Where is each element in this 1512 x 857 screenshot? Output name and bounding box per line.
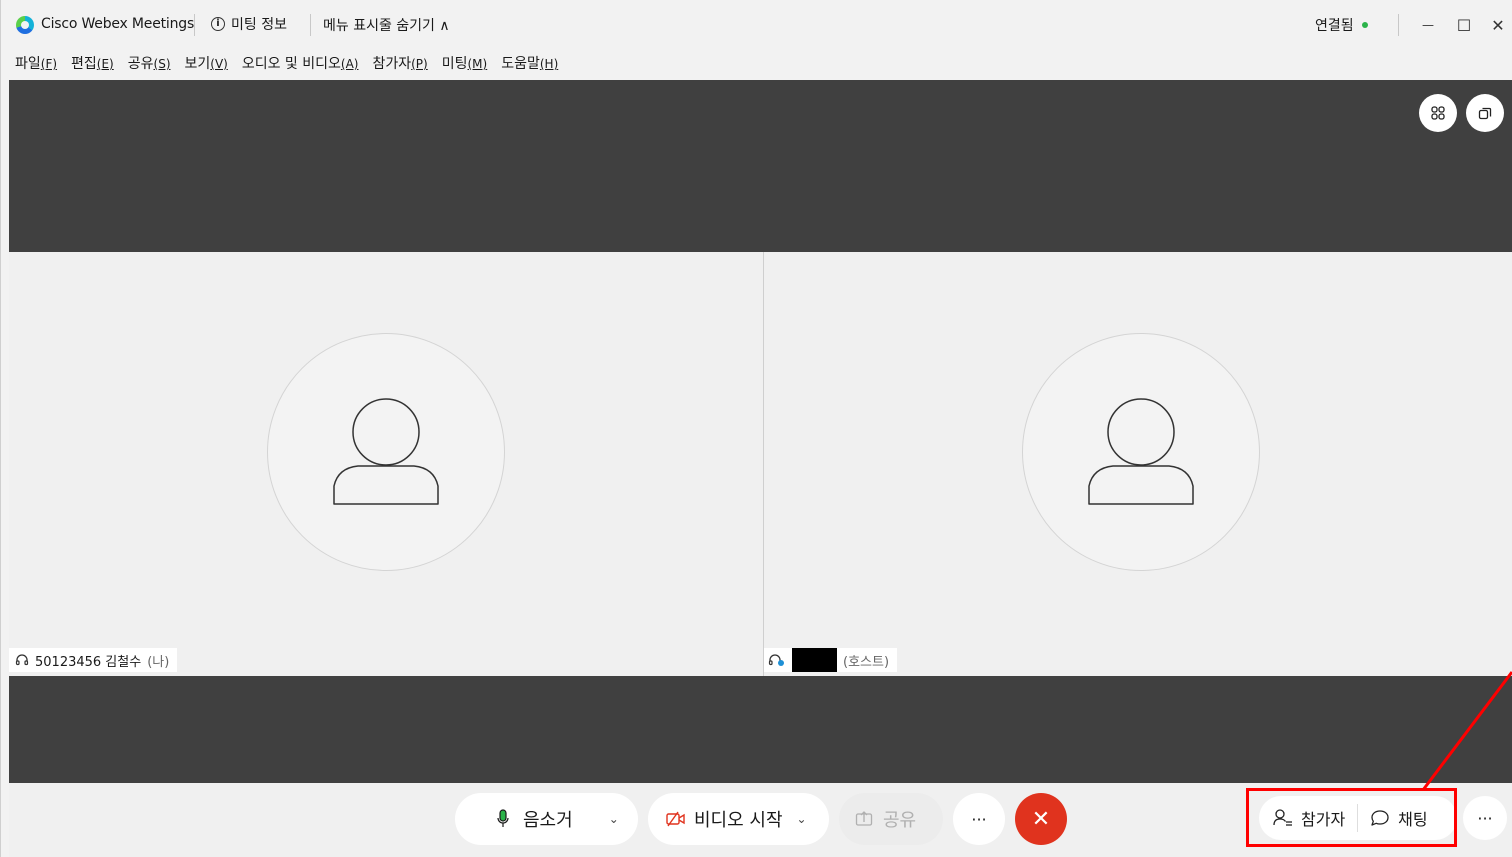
participant-tile-self[interactable]: 50123456 김철수 (나) (9, 252, 763, 676)
person-icon (333, 398, 439, 505)
menu-help-key: (H) (539, 57, 559, 71)
participants-label: 참가자 (1301, 810, 1346, 829)
mute-button[interactable]: 음소거 ⌄ (455, 793, 638, 845)
close-icon: ✕ (1491, 15, 1505, 35)
chat-bubble-icon (1371, 810, 1389, 826)
menu-help[interactable]: 도움말(H) (501, 53, 558, 73)
share-label: 공유 (883, 810, 917, 831)
headset-icon (15, 654, 29, 666)
panel-toggle-group: 참가자 채팅 (1259, 796, 1457, 840)
connection-status-label: 연결됨 (1315, 18, 1354, 34)
webex-logo-icon (16, 16, 34, 34)
webex-window: Cisco Webex Meetings i 미팅 정보 메뉴 표시줄 숨기기 … (0, 0, 1512, 857)
close-window-button[interactable]: ✕ (1485, 12, 1511, 38)
hide-menu-bar-button[interactable]: 메뉴 표시줄 숨기기 ∧ (323, 15, 450, 35)
more-options-button[interactable]: ··· (953, 793, 1005, 845)
menu-share-label: 공유 (127, 56, 154, 72)
menu-share-key: (S) (153, 57, 171, 71)
menu-bar: 파일(F) 편집(E) 공유(S) 보기(V) 오디오 및 비디오(A) 참가자… (1, 46, 1512, 80)
menu-help-label: 도움말 (501, 56, 540, 72)
menu-file[interactable]: 파일(F) (15, 53, 57, 73)
redacted-name (792, 648, 837, 672)
menu-participant-key: (P) (411, 57, 428, 71)
maximize-button[interactable]: ☐ (1451, 12, 1477, 38)
menu-audio-video-key: (A) (340, 57, 359, 71)
popout-view-button[interactable] (1466, 94, 1504, 132)
start-video-button[interactable]: 비디오 시작 ⌄ (648, 793, 829, 845)
host-headset-icon (768, 654, 784, 666)
chevron-down-icon[interactable]: ⌄ (797, 812, 807, 826)
microphone-icon (497, 809, 509, 827)
menu-share[interactable]: 공유(S) (128, 53, 171, 73)
minimize-icon: — (1422, 18, 1434, 32)
connected-indicator-icon (1361, 22, 1368, 28)
participant-name-label: (호스트) (764, 648, 898, 672)
end-meeting-button[interactable]: ✕ (1015, 793, 1067, 845)
more-icon: ··· (971, 809, 987, 829)
menu-edit[interactable]: 편집(E) (71, 53, 114, 73)
connection-status: 연결됨 (1315, 15, 1368, 35)
menu-audio-video-label: 오디오 및 비디오 (241, 56, 341, 72)
menu-participant[interactable]: 참가자(P) (372, 53, 427, 73)
participant-tag: (나) (147, 654, 170, 670)
minimize-button[interactable]: — (1415, 12, 1441, 38)
menu-meeting[interactable]: 미팅(M) (442, 53, 487, 73)
avatar (1022, 333, 1260, 571)
more-icon: ··· (1477, 808, 1493, 828)
title-divider (310, 14, 311, 36)
title-divider (194, 14, 195, 36)
chat-label: 채팅 (1398, 810, 1428, 829)
participant-tag: (호스트) (843, 654, 890, 670)
grid-layout-button[interactable] (1419, 94, 1457, 132)
menu-view[interactable]: 보기(V) (185, 53, 228, 73)
meeting-info-button[interactable]: i 미팅 정보 (211, 14, 287, 34)
video-off-icon (666, 811, 685, 827)
participants-icon (1273, 809, 1292, 826)
participant-name-label: 50123456 김철수 (나) (9, 648, 178, 672)
menu-participant-label: 참가자 (372, 56, 412, 72)
grid-layout-icon (1431, 106, 1445, 120)
more-panels-button[interactable]: ··· (1463, 796, 1507, 840)
menu-file-label: 파일 (15, 56, 41, 72)
title-bar: Cisco Webex Meetings i 미팅 정보 메뉴 표시줄 숨기기 … (1, 0, 1512, 46)
chevron-down-icon[interactable]: ⌄ (609, 812, 619, 826)
menu-edit-label: 편집 (71, 56, 97, 72)
group-divider (1357, 804, 1359, 832)
end-call-icon: ✕ (1031, 806, 1051, 832)
menu-audio-video[interactable]: 오디오 및 비디오(A) (242, 53, 359, 73)
menu-meeting-label: 미팅 (441, 56, 468, 72)
share-icon (855, 811, 873, 826)
start-video-label: 비디오 시작 (694, 810, 783, 831)
avatar (267, 333, 505, 571)
participant-name: 50123456 김철수 (35, 654, 142, 670)
share-button[interactable]: 공유 (839, 793, 943, 845)
app-title: Cisco Webex Meetings (41, 16, 195, 32)
title-divider (1398, 14, 1399, 36)
menu-file-key: (F) (40, 57, 58, 71)
participant-tile-host[interactable]: (호스트) (764, 252, 1512, 676)
maximize-icon: ☐ (1456, 15, 1472, 35)
person-icon (1088, 398, 1194, 505)
menu-meeting-key: (M) (467, 57, 488, 71)
popout-icon (1478, 107, 1492, 120)
menu-edit-key: (E) (96, 57, 114, 71)
meeting-info-label: 미팅 정보 (231, 17, 287, 33)
video-stage-bottom (9, 676, 1512, 783)
video-stage-top (9, 80, 1512, 252)
menu-view-label: 보기 (184, 56, 211, 72)
info-icon: i (211, 17, 225, 31)
mute-label: 음소거 (523, 810, 573, 831)
chat-panel-button[interactable]: 채팅 (1370, 796, 1428, 840)
participants-panel-button[interactable]: 참가자 (1259, 796, 1345, 840)
menu-view-key: (V) (210, 57, 228, 71)
